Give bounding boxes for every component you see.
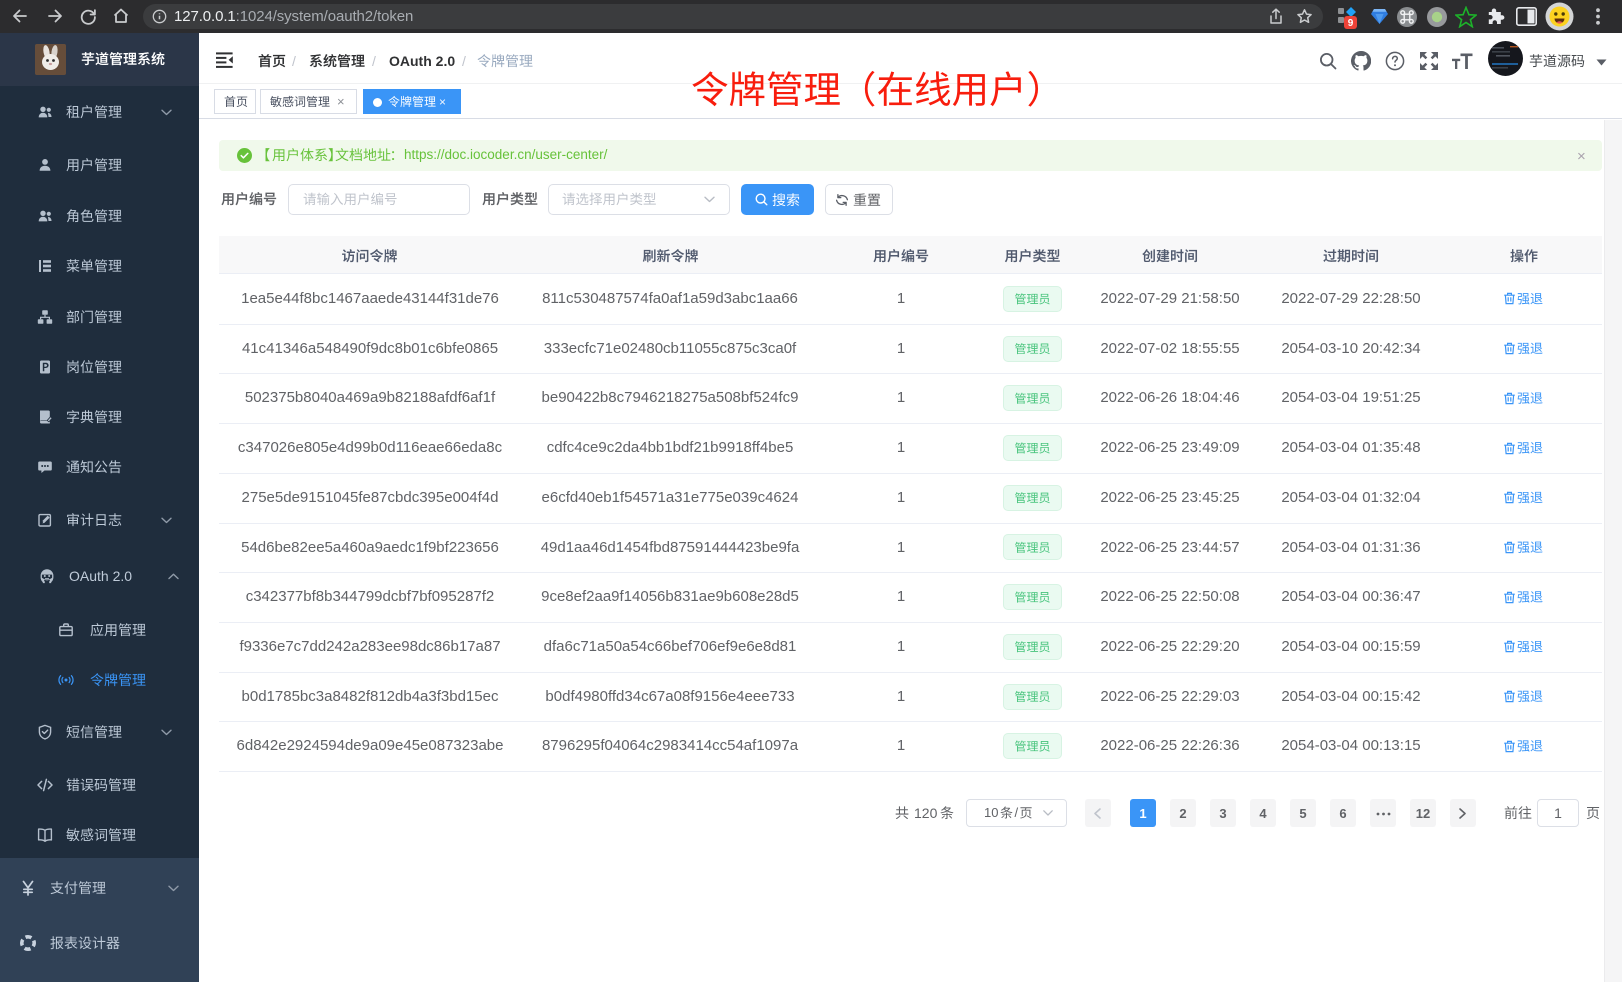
- svg-text:9: 9: [1348, 18, 1354, 29]
